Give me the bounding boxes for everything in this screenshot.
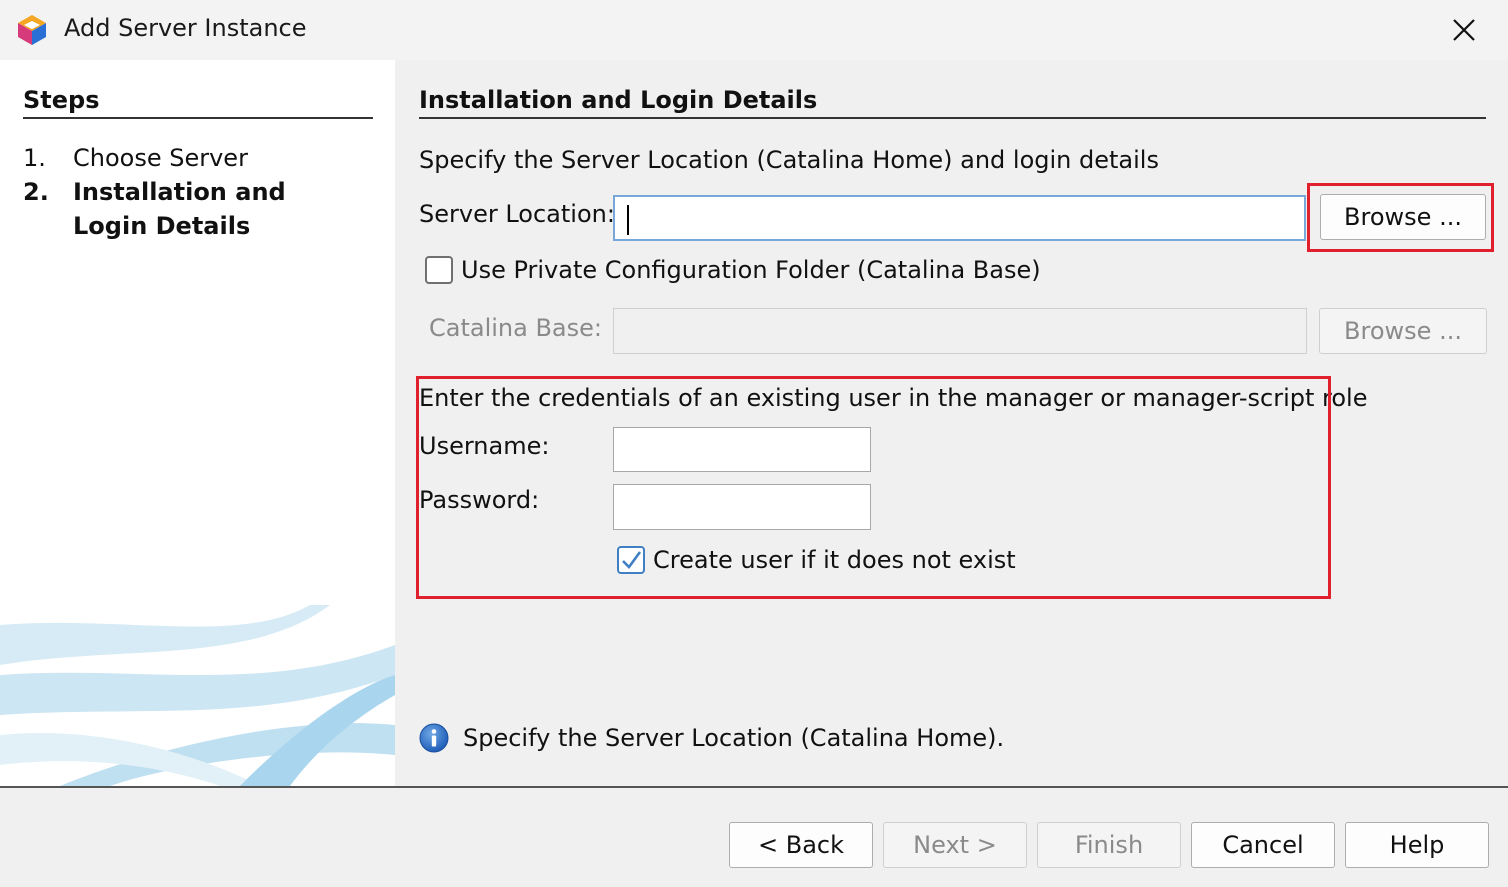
username-input[interactable] — [613, 427, 871, 472]
window-title: Add Server Instance — [64, 14, 307, 42]
server-location-field[interactable] — [615, 197, 1304, 239]
title-bar: Add Server Instance — [0, 0, 1508, 60]
username-label: Username: — [419, 432, 550, 460]
text-caret — [627, 205, 629, 235]
password-field[interactable] — [614, 485, 870, 529]
step-installation-login: 2. Installation and Login Details — [23, 175, 373, 243]
main-panel: Installation and Login Details Specify t… — [395, 60, 1508, 786]
private-config-checkbox[interactable] — [425, 256, 453, 284]
section-title: Installation and Login Details — [419, 86, 818, 114]
create-user-checkbox[interactable] — [617, 546, 645, 574]
help-button[interactable]: Help — [1345, 822, 1489, 868]
back-button[interactable]: < Back — [729, 822, 873, 868]
info-message: Specify the Server Location (Catalina Ho… — [463, 724, 1005, 752]
step-number: 1. — [23, 144, 46, 172]
decorative-swoosh-graphic — [0, 605, 395, 786]
steps-title: Steps — [23, 86, 100, 114]
close-icon — [1453, 19, 1475, 41]
steps-panel: Steps 1. Choose Server 2. Installation a… — [0, 60, 395, 786]
finish-button[interactable]: Finish — [1037, 822, 1181, 868]
checkmark-icon — [622, 551, 642, 569]
catalina-base-field[interactable] — [614, 309, 1306, 353]
close-button[interactable] — [1440, 8, 1488, 52]
info-icon — [419, 723, 449, 753]
server-location-label: Server Location: — [419, 200, 615, 228]
step-choose-server: 1. Choose Server — [23, 141, 373, 175]
catalina-base-label: Catalina Base: — [429, 314, 602, 342]
server-location-browse-button[interactable]: Browse ... — [1320, 194, 1486, 240]
steps-divider — [23, 117, 373, 119]
password-input[interactable] — [613, 484, 871, 530]
netbeans-cube-icon — [18, 15, 46, 45]
step-label: Installation and Login Details — [73, 178, 286, 240]
next-button[interactable]: Next > — [883, 822, 1027, 868]
button-bar: < Back Next > Finish Cancel Help — [0, 788, 1508, 887]
server-location-input[interactable] — [613, 195, 1306, 241]
catalina-base-browse-button[interactable]: Browse ... — [1319, 308, 1487, 354]
cancel-button[interactable]: Cancel — [1191, 822, 1335, 868]
section-divider — [419, 117, 1486, 119]
private-config-label: Use Private Configuration Folder (Catali… — [461, 256, 1041, 284]
credentials-intro: Enter the credentials of an existing use… — [419, 384, 1368, 412]
create-user-label: Create user if it does not exist — [653, 546, 1016, 574]
step-number: 2. — [23, 178, 49, 206]
section-description: Specify the Server Location (Catalina Ho… — [419, 146, 1159, 174]
step-label: Choose Server — [73, 144, 248, 172]
password-label: Password: — [419, 486, 540, 514]
username-field[interactable] — [614, 428, 870, 471]
catalina-base-input[interactable] — [613, 308, 1307, 354]
